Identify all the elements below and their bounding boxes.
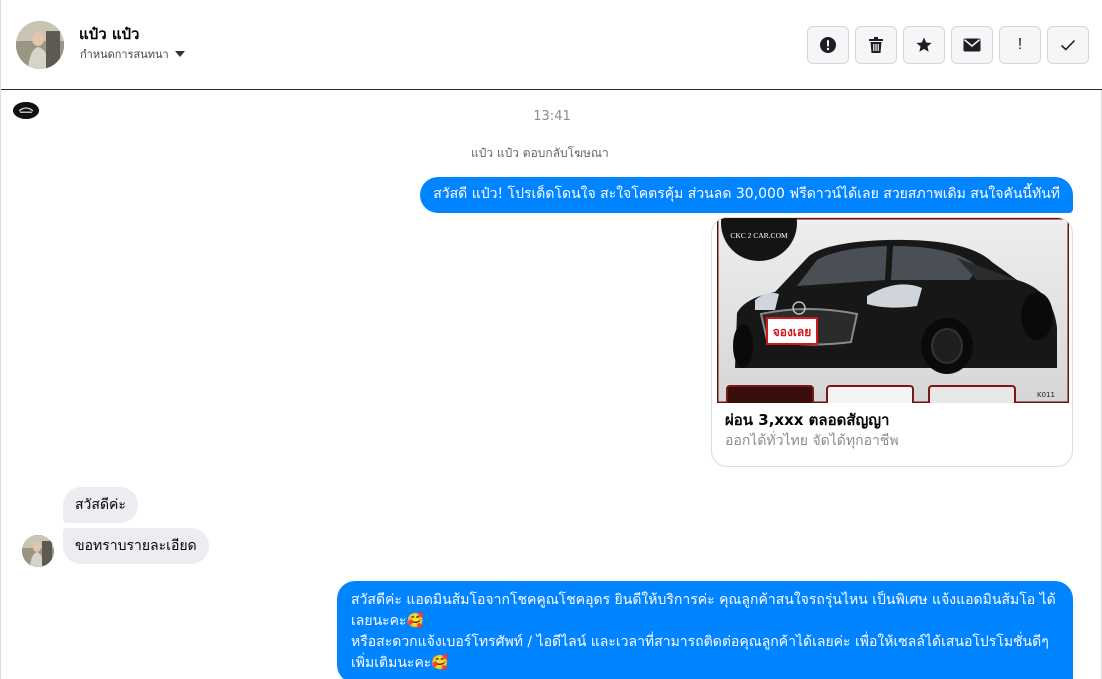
mark-done-button[interactable]: [1047, 26, 1089, 64]
incoming-message: ขอทราบรายละเอียด: [63, 528, 209, 564]
mark-unread-button[interactable]: [951, 26, 993, 64]
trash-icon: [869, 37, 883, 53]
conversation-header: แป๋ว แป๋ว กำหนดการสนทนา !: [1, 0, 1102, 90]
follow-up-button[interactable]: !: [999, 26, 1041, 64]
assign-conversation-dropdown[interactable]: กำหนดการสนทนา: [80, 45, 185, 63]
star-button[interactable]: [903, 26, 945, 64]
ad-card-subtitle: ออกได้ทั่วไทย จัดได้ทุกอาชีพ: [725, 433, 899, 449]
message-timestamp: 13:41: [533, 109, 571, 124]
mark-spam-button[interactable]: [807, 26, 849, 64]
ad-card-image: CKC 2 CAR.COM จองเลย K011: [717, 218, 1069, 403]
alert-circle-icon: [820, 37, 836, 53]
outgoing-reply-message: สวัสดีค่ะ แอดมินส้มโอจากโชคคูณโชคอุดร ยิ…: [337, 581, 1073, 679]
message-thread[interactable]: 13:41 แป๋ว แป๋ว ตอบกลับโฆษณา สวัสดี แป๋ว…: [1, 91, 1102, 679]
outgoing-reply-line: หรือสะดวกแจ้งเบอร์โทรศัพท์ / ไอดีไลน์ แล…: [351, 634, 1049, 671]
conversation-actions: !: [807, 26, 1089, 64]
ad-card-title: ผ่อน 3,xxx ตลอดสัญญา: [725, 411, 890, 429]
ad-brand-text: CKC 2 CAR.COM: [730, 231, 788, 240]
assign-conversation-label: กำหนดการสนทนา: [80, 48, 169, 61]
outgoing-message: สวัสดี แป๋ว! โปรเด็ดโดนใจ สะใจโคตรคุ้ม ส…: [420, 177, 1073, 213]
exclamation-icon: !: [1017, 36, 1023, 53]
ad-code-text: K011: [1037, 391, 1055, 399]
delete-button[interactable]: [855, 26, 897, 64]
ad-reply-note: แป๋ว แป๋ว ตอบกลับโฆษณา: [471, 146, 609, 160]
contact-avatar[interactable]: [16, 21, 64, 69]
inbox-conversation-panel: แป๋ว แป๋ว กำหนดการสนทนา ! 13:41 แป๋ว แป๋…: [0, 0, 1102, 679]
star-icon: [916, 37, 932, 52]
ad-badge-text: จองเลย: [773, 325, 812, 339]
envelope-icon: [963, 38, 981, 52]
ad-card[interactable]: CKC 2 CAR.COM จองเลย K011 ผ่อน 3,xxx ตลอ…: [711, 217, 1073, 467]
contact-name: แป๋ว แป๋ว: [79, 25, 140, 43]
caret-down-icon: [174, 51, 185, 57]
check-icon: [1060, 39, 1076, 51]
outgoing-reply-line: สวัสดีค่ะ แอดมินส้มโอจากโชคคูณโชคอุดร ยิ…: [351, 592, 1056, 629]
contact-avatar-small: [22, 535, 54, 567]
incoming-message: สวัสดีค่ะ: [63, 487, 138, 523]
